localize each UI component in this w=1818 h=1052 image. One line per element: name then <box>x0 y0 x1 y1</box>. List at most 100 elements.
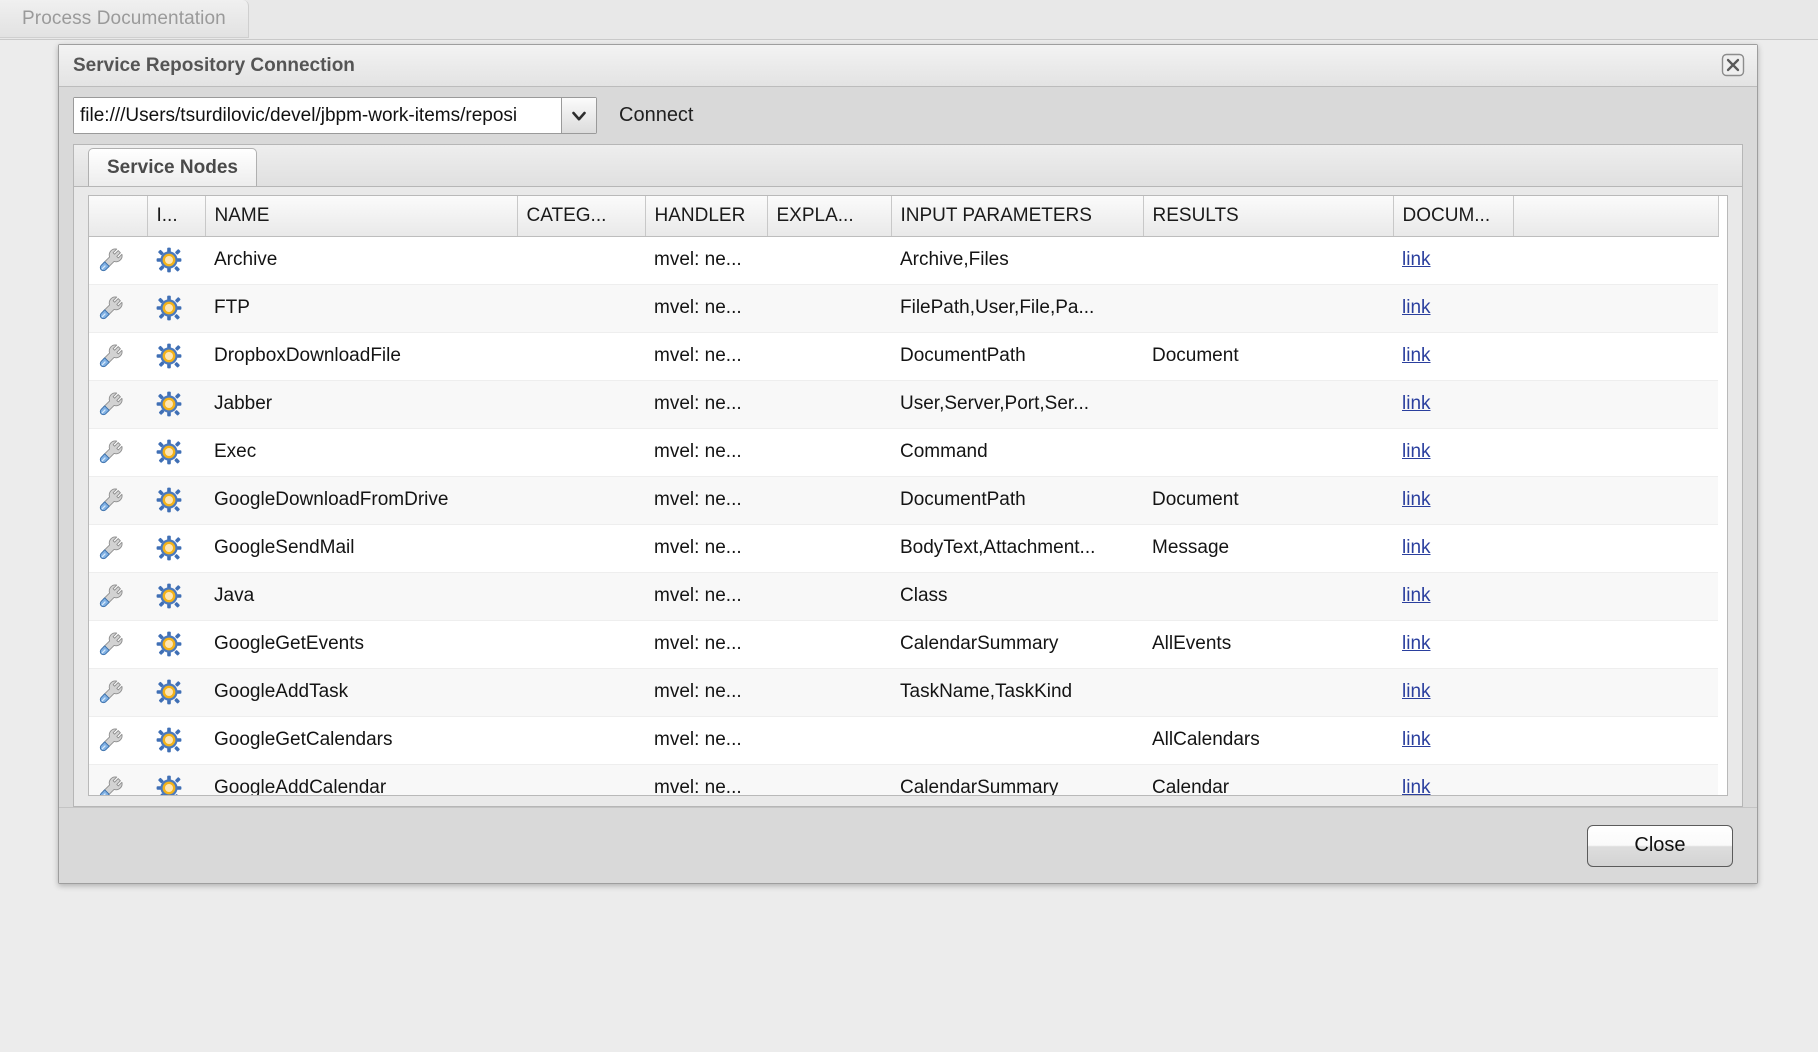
tab-process-documentation[interactable]: Process Documentation <box>0 0 249 38</box>
documentation-link[interactable]: link <box>1402 489 1431 510</box>
table-row[interactable]: GoogleSendMailmvel: ne...BodyText,Attach… <box>89 524 1718 572</box>
service-nodes-tab-panel: Service Nodes <box>73 144 1743 807</box>
cell-results: Document <box>1143 476 1393 524</box>
connect-button[interactable]: Connect <box>619 104 694 127</box>
cell-documentation[interactable]: link <box>1393 524 1513 572</box>
cell-spare <box>1513 572 1718 620</box>
table-row[interactable]: Execmvel: ne...Commandlink <box>89 428 1718 476</box>
app-tab-strip: Process Documentation <box>0 0 1818 40</box>
cell-spare <box>1513 764 1718 796</box>
cell-handler: mvel: ne... <box>645 284 767 332</box>
col-header-handler[interactable]: HANDLER <box>645 196 767 236</box>
table-row[interactable]: FTPmvel: ne...FilePath,User,File,Pa...li… <box>89 284 1718 332</box>
cell-results <box>1143 284 1393 332</box>
cell-documentation[interactable]: link <box>1393 236 1513 284</box>
cell-explanation <box>767 524 891 572</box>
cell-results <box>1143 668 1393 716</box>
documentation-link[interactable]: link <box>1402 441 1431 462</box>
close-icon[interactable] <box>1719 51 1747 79</box>
cell-explanation <box>767 764 891 796</box>
documentation-link[interactable]: link <box>1402 393 1431 414</box>
cell-category <box>517 764 645 796</box>
col-header-input-parameters[interactable]: INPUT PARAMETERS <box>891 196 1143 236</box>
cell-input-parameters: CalendarSummary <box>891 764 1143 796</box>
documentation-link[interactable]: link <box>1402 729 1431 750</box>
col-header-name[interactable]: NAME <box>205 196 517 236</box>
cell-spare <box>1513 524 1718 572</box>
cell-explanation <box>767 332 891 380</box>
cell-name: Exec <box>205 428 517 476</box>
service-node-gear-icon <box>147 284 205 332</box>
cell-category <box>517 572 645 620</box>
col-header-blank1[interactable] <box>89 196 147 236</box>
cell-handler: mvel: ne... <box>645 332 767 380</box>
documentation-link[interactable]: link <box>1402 681 1431 702</box>
col-header-blank2[interactable] <box>1513 196 1718 236</box>
documentation-link[interactable]: link <box>1402 777 1431 796</box>
repository-url-combobox[interactable] <box>73 97 597 134</box>
cell-input-parameters <box>891 716 1143 764</box>
tab-service-nodes[interactable]: Service Nodes <box>88 148 257 186</box>
service-node-gear-icon <box>147 620 205 668</box>
page-title: Service Repository Connection <box>73 55 355 77</box>
tab-process-documentation-label: Process Documentation <box>22 8 226 30</box>
cell-spare <box>1513 380 1718 428</box>
screwdriver-wrench-icon <box>89 572 147 620</box>
service-nodes-table-body: Archivemvel: ne...Archive,FileslinkFTPmv… <box>89 236 1718 796</box>
cell-spare <box>1513 476 1718 524</box>
screwdriver-wrench-icon <box>89 332 147 380</box>
chevron-down-icon[interactable] <box>561 98 596 133</box>
table-row[interactable]: DropboxDownloadFilemvel: ne...DocumentPa… <box>89 332 1718 380</box>
cell-documentation[interactable]: link <box>1393 428 1513 476</box>
cell-documentation[interactable]: link <box>1393 332 1513 380</box>
documentation-link[interactable]: link <box>1402 297 1431 318</box>
screwdriver-wrench-icon <box>89 236 147 284</box>
cell-handler: mvel: ne... <box>645 668 767 716</box>
service-repository-connection-dialog: Service Repository Connection Connect Se… <box>58 44 1758 884</box>
cell-documentation[interactable]: link <box>1393 572 1513 620</box>
col-header-category[interactable]: CATEG... <box>517 196 645 236</box>
table-row[interactable]: Javamvel: ne...Classlink <box>89 572 1718 620</box>
documentation-link[interactable]: link <box>1402 345 1431 366</box>
cell-explanation <box>767 620 891 668</box>
cell-results: AllCalendars <box>1143 716 1393 764</box>
documentation-link[interactable]: link <box>1402 633 1431 654</box>
table-row[interactable]: GoogleGetCalendarsmvel: ne...AllCalendar… <box>89 716 1718 764</box>
documentation-link[interactable]: link <box>1402 249 1431 270</box>
cell-documentation[interactable]: link <box>1393 764 1513 796</box>
cell-documentation[interactable]: link <box>1393 620 1513 668</box>
cell-handler: mvel: ne... <box>645 716 767 764</box>
col-header-explanation[interactable]: EXPLA... <box>767 196 891 236</box>
close-button[interactable]: Close <box>1587 825 1733 867</box>
col-header-icon[interactable]: I... <box>147 196 205 236</box>
cell-documentation[interactable]: link <box>1393 380 1513 428</box>
cell-spare <box>1513 236 1718 284</box>
cell-category <box>517 716 645 764</box>
cell-documentation[interactable]: link <box>1393 716 1513 764</box>
screwdriver-wrench-icon <box>89 428 147 476</box>
table-row[interactable]: GoogleGetEventsmvel: ne...CalendarSummar… <box>89 620 1718 668</box>
documentation-link[interactable]: link <box>1402 585 1431 606</box>
table-row[interactable]: GoogleDownloadFromDrivemvel: ne...Docume… <box>89 476 1718 524</box>
cell-documentation[interactable]: link <box>1393 476 1513 524</box>
cell-explanation <box>767 380 891 428</box>
service-nodes-table: I... NAME CATEG... HANDLER EXPLA... INPU… <box>89 196 1719 796</box>
cell-input-parameters: TaskName,TaskKind <box>891 668 1143 716</box>
table-row[interactable]: GoogleAddTaskmvel: ne...TaskName,TaskKin… <box>89 668 1718 716</box>
table-row[interactable]: Archivemvel: ne...Archive,Fileslink <box>89 236 1718 284</box>
dialog-titlebar: Service Repository Connection <box>59 45 1757 87</box>
cell-documentation[interactable]: link <box>1393 668 1513 716</box>
col-header-results[interactable]: RESULTS <box>1143 196 1393 236</box>
documentation-link[interactable]: link <box>1402 537 1431 558</box>
cell-category <box>517 332 645 380</box>
cell-results: Calendar <box>1143 764 1393 796</box>
table-row[interactable]: GoogleAddCalendarmvel: ne...CalendarSumm… <box>89 764 1718 796</box>
cell-name: Jabber <box>205 380 517 428</box>
table-row[interactable]: Jabbermvel: ne...User,Server,Port,Ser...… <box>89 380 1718 428</box>
cell-spare <box>1513 332 1718 380</box>
cell-documentation[interactable]: link <box>1393 284 1513 332</box>
repository-url-input[interactable] <box>74 98 561 133</box>
cell-spare <box>1513 668 1718 716</box>
service-nodes-table-wrap[interactable]: I... NAME CATEG... HANDLER EXPLA... INPU… <box>88 195 1728 796</box>
col-header-documentation[interactable]: DOCUM... <box>1393 196 1513 236</box>
